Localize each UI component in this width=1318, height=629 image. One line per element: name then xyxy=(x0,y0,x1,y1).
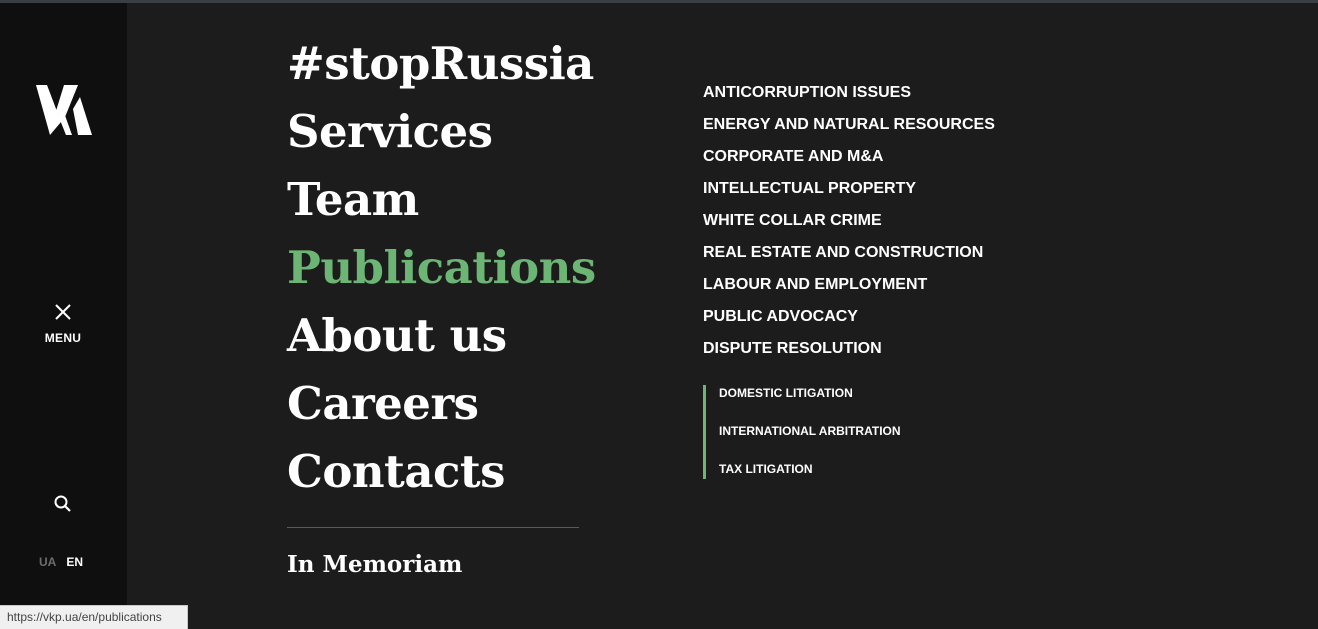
nav-item-about-us[interactable]: About us xyxy=(287,302,596,370)
nav-item-careers[interactable]: Careers xyxy=(287,370,596,438)
nav-item-contacts[interactable]: Contacts xyxy=(287,438,596,506)
nav-item-team[interactable]: Team xyxy=(287,166,596,234)
search-icon[interactable] xyxy=(53,494,73,514)
service-white-collar-crime[interactable]: WHITE COLLAR CRIME xyxy=(703,205,995,237)
subservice-international-arbitration[interactable]: INTERNATIONAL ARBITRATION xyxy=(719,412,901,450)
service-public-advocacy[interactable]: PUBLIC ADVOCACY xyxy=(703,301,995,333)
service-intellectual-property[interactable]: INTELLECTUAL PROPERTY xyxy=(703,173,995,205)
nav-item-services[interactable]: Services xyxy=(287,98,596,166)
close-icon xyxy=(55,304,71,320)
nav-item-stop-russia[interactable]: #stopRussia xyxy=(287,30,596,98)
language-ua-link[interactable]: UA xyxy=(39,555,56,569)
menu-label: MENU xyxy=(44,331,82,345)
sidebar: MENU UA EN xyxy=(0,3,127,629)
nav-item-publications[interactable]: Publications xyxy=(287,234,596,302)
service-anticorruption[interactable]: ANTICORRUPTION ISSUES xyxy=(703,77,995,109)
subservice-tax-litigation[interactable]: TAX LITIGATION xyxy=(719,450,901,488)
service-real-estate[interactable]: REAL ESTATE AND CONSTRUCTION xyxy=(703,237,995,269)
dispute-resolution-submenu: DOMESTIC LITIGATION INTERNATIONAL ARBITR… xyxy=(703,385,901,479)
service-energy[interactable]: ENERGY AND NATURAL RESOURCES xyxy=(703,109,995,141)
main-navigation: #stopRussia Services Team Publications A… xyxy=(287,30,596,506)
browser-status-bar: https://vkp.ua/en/publications xyxy=(0,605,188,629)
nav-divider xyxy=(287,527,579,528)
nav-item-in-memoriam[interactable]: In Memoriam xyxy=(287,551,462,578)
service-dispute-resolution[interactable]: DISPUTE RESOLUTION xyxy=(703,333,995,365)
window-top-border xyxy=(0,0,1318,3)
service-labour[interactable]: LABOUR AND EMPLOYMENT xyxy=(703,269,995,301)
vkp-logo-icon xyxy=(36,85,92,135)
language-en-link[interactable]: EN xyxy=(66,555,83,569)
language-switcher: UA EN xyxy=(39,555,83,569)
menu-toggle-button[interactable]: MENU xyxy=(31,301,95,353)
subservice-domestic-litigation[interactable]: DOMESTIC LITIGATION xyxy=(719,374,901,412)
services-list: ANTICORRUPTION ISSUES ENERGY AND NATURAL… xyxy=(703,77,995,365)
service-corporate-ma[interactable]: CORPORATE AND M&A xyxy=(703,141,995,173)
